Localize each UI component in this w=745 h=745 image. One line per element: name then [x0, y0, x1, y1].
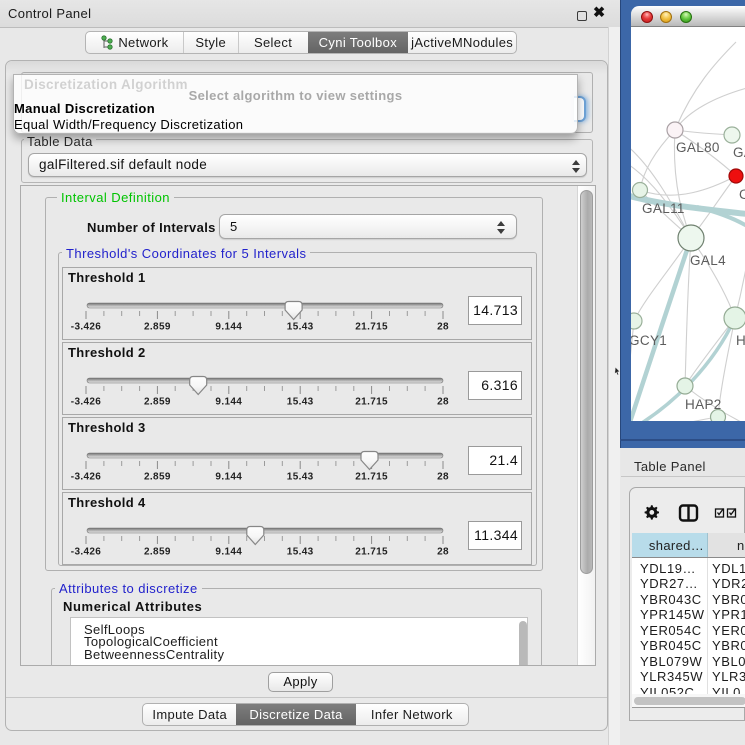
svg-text:GAL4: GAL4	[690, 253, 726, 268]
svg-text:-3.426: -3.426	[71, 547, 102, 558]
svg-text:-3.426: -3.426	[71, 472, 102, 483]
svg-text:HAP2: HAP2	[685, 397, 722, 412]
svg-text:28: 28	[437, 397, 449, 408]
svg-text:H: H	[736, 333, 745, 348]
svg-text:9.144: 9.144	[215, 397, 242, 408]
svg-text:9.144: 9.144	[215, 472, 242, 483]
svg-text:9.144: 9.144	[215, 547, 242, 558]
svg-text:GAL11: GAL11	[642, 201, 685, 216]
svg-text:2.859: 2.859	[144, 397, 171, 408]
svg-text:-3.426: -3.426	[71, 322, 102, 333]
svg-text:GCY1: GCY1	[631, 333, 667, 348]
svg-text:28: 28	[437, 547, 449, 558]
svg-text:28: 28	[437, 472, 449, 483]
svg-text:15.43: 15.43	[287, 472, 314, 483]
svg-text:28: 28	[437, 322, 449, 333]
svg-text:21.715: 21.715	[355, 547, 388, 558]
svg-text:21.715: 21.715	[355, 472, 388, 483]
svg-text:2.859: 2.859	[144, 472, 171, 483]
svg-text:15.43: 15.43	[287, 322, 314, 333]
svg-text:15.43: 15.43	[287, 397, 314, 408]
svg-text:21.715: 21.715	[355, 322, 388, 333]
svg-text:-3.426: -3.426	[71, 397, 102, 408]
svg-text:21.715: 21.715	[355, 397, 388, 408]
svg-text:GAL80: GAL80	[676, 140, 720, 155]
svg-text:2.859: 2.859	[144, 322, 171, 333]
svg-text:GA: GA	[733, 145, 745, 160]
svg-text:9.144: 9.144	[215, 322, 242, 333]
svg-text:C: C	[739, 187, 745, 202]
svg-text:15.43: 15.43	[287, 547, 314, 558]
svg-text:2.859: 2.859	[144, 547, 171, 558]
